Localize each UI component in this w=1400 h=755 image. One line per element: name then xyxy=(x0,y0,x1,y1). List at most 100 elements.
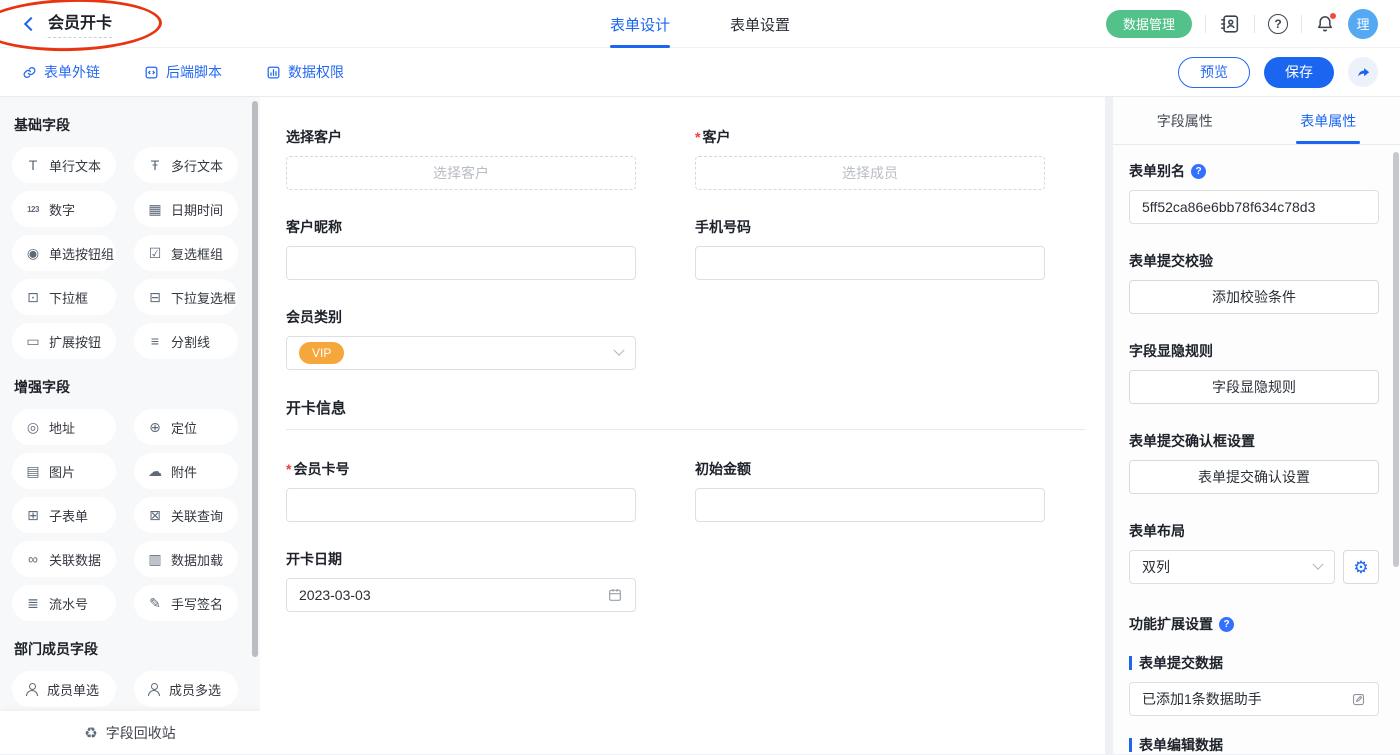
app-header: 会员开卡 表单设计 表单设置 数据管理 理 xyxy=(0,0,1400,48)
tab-form-design[interactable]: 表单设计 xyxy=(610,0,670,48)
phone-input[interactable] xyxy=(695,246,1045,280)
submit-validation-label: 表单提交校验 xyxy=(1129,251,1379,271)
notification-badge xyxy=(1329,12,1337,20)
properties-panel: 字段属性 表单属性 表单别名 5ff52ca86e6bb78f634c78d3 … xyxy=(1113,97,1400,754)
field-member-multi[interactable]: 成员多选 xyxy=(134,671,238,707)
contact-book-icon[interactable] xyxy=(1219,13,1241,35)
field-block-customer[interactable]: *客户 选择成员 xyxy=(695,127,1045,190)
field-multi-text[interactable]: Ŧ多行文本 xyxy=(134,147,238,183)
field-attachment[interactable]: ☁附件 xyxy=(134,453,238,489)
add-validation-button[interactable]: 添加校验条件 xyxy=(1129,280,1379,314)
field-label: 客户昵称 xyxy=(286,217,636,237)
field-linked-data[interactable]: ∞关联数据 xyxy=(12,541,116,577)
field-block-open-date[interactable]: 开卡日期 2023-03-03 xyxy=(286,549,636,612)
field-label: 选择客户 xyxy=(286,127,636,147)
field-select[interactable]: ⊡下拉框 xyxy=(12,279,116,315)
field-data-load[interactable]: ▥数据加载 xyxy=(134,541,238,577)
field-recycle-bin[interactable]: ♻ 字段回收站 xyxy=(0,711,260,754)
field-serial-number[interactable]: ≣流水号 xyxy=(12,585,116,621)
form-alias-input[interactable]: 5ff52ca86e6bb78f634c78d3 xyxy=(1129,190,1379,224)
field-linked-query[interactable]: ⊠关联查询 xyxy=(134,497,238,533)
panel-scrollbar[interactable] xyxy=(1393,152,1399,567)
field-extend-button[interactable]: ▭扩展按钮 xyxy=(12,323,116,359)
date-value: 2023-03-03 xyxy=(299,587,371,603)
gear-icon: ⚙ xyxy=(1353,559,1368,576)
notification-bell-icon[interactable] xyxy=(1315,14,1335,34)
help-icon[interactable] xyxy=(1268,14,1288,34)
avatar[interactable]: 理 xyxy=(1348,9,1378,39)
field-block-phone[interactable]: 手机号码 xyxy=(695,217,1045,280)
field-checkbox-group[interactable]: ☑复选框组 xyxy=(134,235,238,271)
open-date-input[interactable]: 2023-03-03 xyxy=(286,578,636,612)
radio-icon: ◉ xyxy=(25,245,41,262)
divider xyxy=(1205,15,1206,33)
field-block-member-type[interactable]: 会员类别 VIP xyxy=(286,307,636,370)
number-icon: 123 xyxy=(25,205,41,214)
form-toolbar: 表单外链 后端脚本 数据权限 预览 保存 xyxy=(0,48,1400,97)
field-number[interactable]: 123数字 xyxy=(12,191,116,227)
section-title: 开卡信息 xyxy=(286,397,1085,418)
data-manage-button[interactable]: 数据管理 xyxy=(1106,10,1192,38)
help-hint-icon[interactable] xyxy=(1191,164,1206,179)
field-block-card-no[interactable]: *会员卡号 xyxy=(286,459,636,522)
card-no-input[interactable] xyxy=(286,488,636,522)
field-location[interactable]: ⊕定位 xyxy=(134,409,238,445)
field-radio-group[interactable]: ◉单选按钮组 xyxy=(12,235,116,271)
field-block-nickname[interactable]: 客户昵称 xyxy=(286,217,636,280)
linked-query-icon: ⊠ xyxy=(147,507,163,524)
header-left: 会员开卡 xyxy=(0,9,112,38)
field-signature[interactable]: ✎手写签名 xyxy=(134,585,238,621)
backend-script-link[interactable]: 后端脚本 xyxy=(144,62,222,82)
field-divider[interactable]: ≡分割线 xyxy=(134,323,238,359)
accent-bar xyxy=(1129,738,1132,752)
section-title-enhanced-fields: 增强字段 xyxy=(14,377,260,397)
field-block-select-customer[interactable]: 选择客户 选择客户 xyxy=(286,127,636,190)
field-block-initial-amount[interactable]: 初始金额 xyxy=(695,459,1045,522)
save-button[interactable]: 保存 xyxy=(1264,57,1334,88)
confirm-box-label: 表单提交确认框设置 xyxy=(1129,431,1379,451)
chevron-down-icon xyxy=(613,345,624,356)
form-design-canvas: 选择客户 选择客户 *客户 选择成员 客户昵称 手机号码 会员类别 VIP xyxy=(260,97,1105,754)
field-member-single[interactable]: 成员单选 xyxy=(12,671,116,707)
field-datetime[interactable]: ▦日期时间 xyxy=(134,191,238,227)
field-subform[interactable]: ⊞子表单 xyxy=(12,497,116,533)
tab-form-settings[interactable]: 表单设置 xyxy=(730,0,790,48)
confirm-box-button[interactable]: 表单提交确认设置 xyxy=(1129,460,1379,494)
header-tabs: 表单设计 表单设置 xyxy=(610,0,790,48)
form-title: 会员开卡 xyxy=(48,9,112,38)
visibility-rules-button[interactable]: 字段显隐规则 xyxy=(1129,370,1379,404)
extend-button-icon: ▭ xyxy=(25,333,41,350)
preview-button[interactable]: 预览 xyxy=(1178,57,1250,88)
recycle-icon: ♻ xyxy=(84,724,97,742)
field-multi-select[interactable]: ⊟下拉复选框 xyxy=(134,279,238,315)
header-right: 数据管理 理 xyxy=(1106,9,1400,39)
layout-settings-button[interactable]: ⚙ xyxy=(1343,550,1379,584)
required-asterisk: * xyxy=(286,461,291,477)
back-icon[interactable] xyxy=(24,16,38,30)
help-hint-icon[interactable] xyxy=(1219,617,1234,632)
nickname-input[interactable] xyxy=(286,246,636,280)
tab-field-properties[interactable]: 字段属性 xyxy=(1113,97,1257,144)
vip-tag: VIP xyxy=(299,342,344,364)
submit-data-assistant[interactable]: 已添加1条数据助手 xyxy=(1129,682,1379,716)
field-address[interactable]: ◎地址 xyxy=(12,409,116,445)
image-icon: ▤ xyxy=(25,463,41,480)
subform-icon: ⊞ xyxy=(25,507,41,524)
initial-amount-input[interactable] xyxy=(695,488,1045,522)
member-type-select[interactable]: VIP xyxy=(286,336,636,370)
visibility-rules-label: 字段显隐规则 xyxy=(1129,341,1379,361)
data-permission-link[interactable]: 数据权限 xyxy=(266,62,344,82)
edit-pencil-icon[interactable] xyxy=(1351,692,1366,707)
member-single-icon xyxy=(25,683,39,696)
sidebar-scrollbar[interactable] xyxy=(252,101,258,657)
tab-form-properties[interactable]: 表单属性 xyxy=(1257,97,1400,144)
divider xyxy=(1301,15,1302,33)
form-section-card-info[interactable]: 开卡信息 xyxy=(286,397,1085,430)
select-customer-picker[interactable]: 选择客户 xyxy=(286,156,636,190)
field-single-text[interactable]: T单行文本 xyxy=(12,147,116,183)
form-layout-select[interactable]: 双列 xyxy=(1129,550,1335,584)
share-icon[interactable] xyxy=(1348,57,1378,87)
field-image[interactable]: ▤图片 xyxy=(12,453,116,489)
form-external-link[interactable]: 表单外链 xyxy=(22,62,100,82)
customer-member-picker[interactable]: 选择成员 xyxy=(695,156,1045,190)
